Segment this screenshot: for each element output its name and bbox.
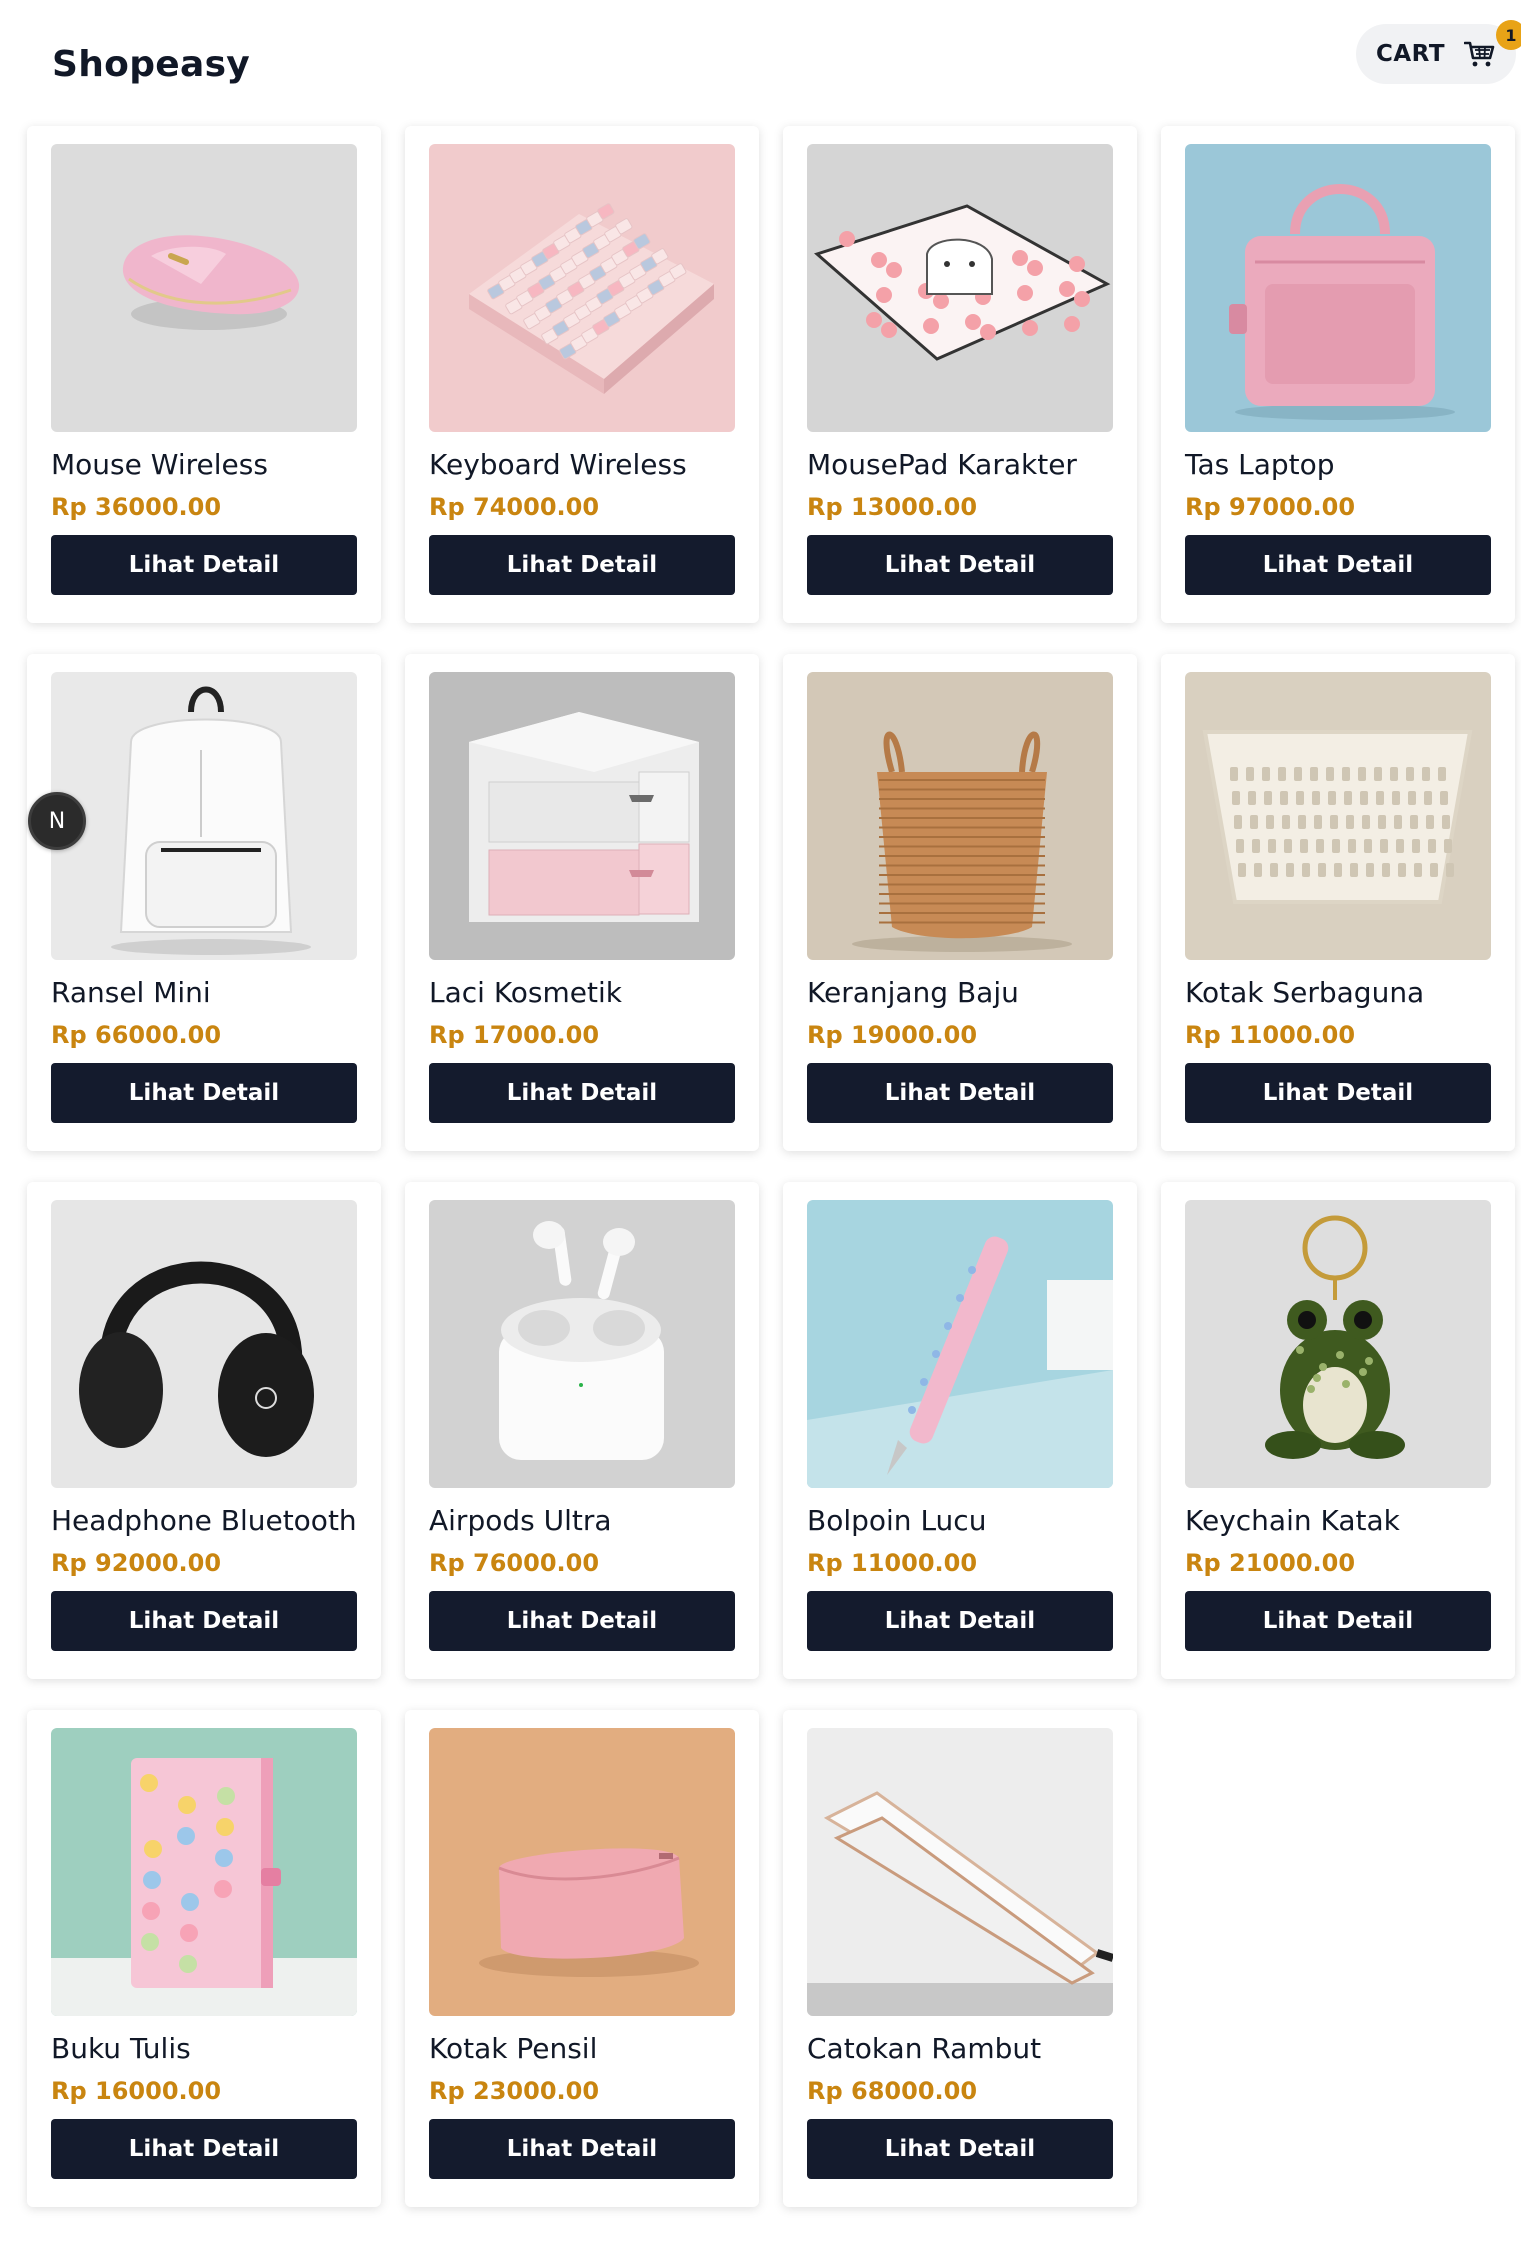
product-name: Buku Tulis (51, 2032, 191, 2065)
product-name: Tas Laptop (1185, 448, 1335, 481)
view-detail-button[interactable]: Lihat Detail (1185, 535, 1491, 595)
view-detail-button[interactable]: Lihat Detail (51, 535, 357, 595)
view-detail-button[interactable]: Lihat Detail (807, 1063, 1113, 1123)
product-image[interactable] (807, 672, 1113, 960)
product-name: MousePad Karakter (807, 448, 1077, 481)
cosmetic-drawer-image (429, 672, 735, 960)
cat-notebook-image (51, 1728, 357, 2016)
shopping-cart-icon (1464, 41, 1495, 67)
product-price: Rp 92000.00 (51, 1549, 222, 1577)
product-card[interactable]: Kotak Serbaguna Rp 11000.00 Lihat Detail (1161, 654, 1515, 1151)
page: Shopeasy CART 1 Mouse Wireless Rp 36000.… (0, 0, 1521, 2256)
pink-wireless-mouse-image (51, 144, 357, 432)
product-name: Bolpoin Lucu (807, 1504, 987, 1537)
product-name: Catokan Rambut (807, 2032, 1042, 2065)
cart-button[interactable]: CART 1 (1356, 20, 1521, 84)
view-detail-button[interactable]: Lihat Detail (51, 1591, 357, 1651)
white-backpack-image (51, 672, 357, 960)
product-image[interactable] (51, 1200, 357, 1488)
character-mousepad-image (807, 144, 1113, 432)
pink-pencil-case-image (429, 1728, 735, 2016)
product-card[interactable]: Buku Tulis Rp 16000.00 Lihat Detail (27, 1710, 381, 2207)
product-card[interactable]: Bolpoin Lucu Rp 11000.00 Lihat Detail (783, 1182, 1137, 1679)
product-card[interactable]: Airpods Ultra Rp 76000.00 Lihat Detail (405, 1182, 759, 1679)
product-image[interactable] (429, 1728, 735, 2016)
product-price: Rp 11000.00 (1185, 1021, 1356, 1049)
product-image[interactable] (51, 672, 357, 960)
product-card[interactable]: Keranjang Baju Rp 19000.00 Lihat Detail (783, 654, 1137, 1151)
product-name: Kotak Serbaguna (1185, 976, 1425, 1009)
pink-pen-image (807, 1200, 1113, 1488)
product-image[interactable] (1185, 672, 1491, 960)
product-name: Keranjang Baju (807, 976, 1019, 1009)
product-price: Rp 36000.00 (51, 493, 222, 521)
product-image[interactable] (51, 144, 357, 432)
dev-tools-badge[interactable]: N (28, 792, 86, 850)
product-card[interactable]: Keyboard Wireless Rp 74000.00 Lihat Deta… (405, 126, 759, 623)
view-detail-button[interactable]: Lihat Detail (807, 1591, 1113, 1651)
product-card[interactable]: Mouse Wireless Rp 36000.00 Lihat Detail (27, 126, 381, 623)
product-name: Mouse Wireless (51, 448, 268, 481)
product-name: Keychain Katak (1185, 1504, 1400, 1537)
frog-keychain-image (1185, 1200, 1491, 1488)
product-card[interactable]: Catokan Rambut Rp 68000.00 Lihat Detail (783, 1710, 1137, 2207)
product-price: Rp 23000.00 (429, 2077, 600, 2105)
product-image[interactable] (429, 1200, 735, 1488)
view-detail-button[interactable]: Lihat Detail (807, 535, 1113, 595)
product-card[interactable]: Laci Kosmetik Rp 17000.00 Lihat Detail (405, 654, 759, 1151)
view-detail-button[interactable]: Lihat Detail (429, 1063, 735, 1123)
product-image[interactable] (429, 144, 735, 432)
product-image[interactable] (1185, 144, 1491, 432)
product-card[interactable]: Headphone Bluetooth Rp 92000.00 Lihat De… (27, 1182, 381, 1679)
cart-count-badge: 1 (1496, 20, 1521, 50)
product-price: Rp 21000.00 (1185, 1549, 1356, 1577)
hair-straightener-image (807, 1728, 1113, 2016)
product-card[interactable]: Ransel Mini Rp 66000.00 Lihat Detail (27, 654, 381, 1151)
product-price: Rp 66000.00 (51, 1021, 222, 1049)
product-price: Rp 68000.00 (807, 2077, 978, 2105)
product-card[interactable]: Kotak Pensil Rp 23000.00 Lihat Detail (405, 1710, 759, 2207)
product-price: Rp 17000.00 (429, 1021, 600, 1049)
airpods-image (429, 1200, 735, 1488)
product-image[interactable] (807, 144, 1113, 432)
pink-laptop-bag-image (1185, 144, 1491, 432)
product-price: Rp 74000.00 (429, 493, 600, 521)
brand-logo[interactable]: Shopeasy (52, 44, 250, 85)
product-card[interactable]: Keychain Katak Rp 21000.00 Lihat Detail (1161, 1182, 1515, 1679)
view-detail-button[interactable]: Lihat Detail (1185, 1063, 1491, 1123)
product-image[interactable] (1185, 1200, 1491, 1488)
product-price: Rp 13000.00 (807, 493, 978, 521)
product-name: Headphone Bluetooth (51, 1504, 357, 1537)
view-detail-button[interactable]: Lihat Detail (429, 535, 735, 595)
view-detail-button[interactable]: Lihat Detail (51, 2119, 357, 2179)
woven-basket-image (807, 672, 1113, 960)
product-card[interactable]: Tas Laptop Rp 97000.00 Lihat Detail (1161, 126, 1515, 623)
product-price: Rp 11000.00 (807, 1549, 978, 1577)
product-name: Airpods Ultra (429, 1504, 612, 1537)
product-price: Rp 97000.00 (1185, 493, 1356, 521)
white-basket-image (1185, 672, 1491, 960)
product-image[interactable] (51, 1728, 357, 2016)
product-price: Rp 19000.00 (807, 1021, 978, 1049)
product-grid: Mouse Wireless Rp 36000.00 Lihat Detail … (27, 126, 1515, 2207)
product-name: Ransel Mini (51, 976, 211, 1009)
view-detail-button[interactable]: Lihat Detail (807, 2119, 1113, 2179)
product-image[interactable] (807, 1200, 1113, 1488)
product-name: Kotak Pensil (429, 2032, 598, 2065)
pastel-keyboard-image (429, 144, 735, 432)
view-detail-button[interactable]: Lihat Detail (429, 1591, 735, 1651)
black-headphones-image (51, 1200, 357, 1488)
product-price: Rp 76000.00 (429, 1549, 600, 1577)
product-image[interactable] (429, 672, 735, 960)
view-detail-button[interactable]: Lihat Detail (1185, 1591, 1491, 1651)
product-name: Laci Kosmetik (429, 976, 622, 1009)
view-detail-button[interactable]: Lihat Detail (51, 1063, 357, 1123)
product-name: Keyboard Wireless (429, 448, 687, 481)
product-image[interactable] (807, 1728, 1113, 2016)
view-detail-button[interactable]: Lihat Detail (429, 2119, 735, 2179)
product-card[interactable]: MousePad Karakter Rp 13000.00 Lihat Deta… (783, 126, 1137, 623)
product-price: Rp 16000.00 (51, 2077, 222, 2105)
cart-label: CART (1376, 41, 1446, 67)
